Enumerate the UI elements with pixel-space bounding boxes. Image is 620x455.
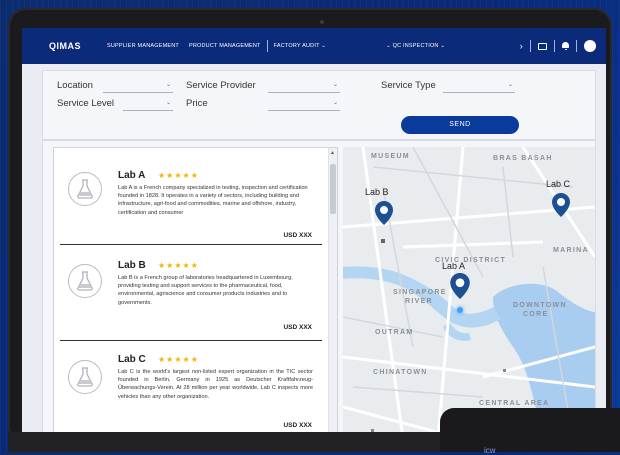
map-area-label: CHINATOWN [373,369,428,376]
nav-divider [576,40,577,52]
send-button[interactable]: SEND [401,116,519,134]
location-pin-icon[interactable] [375,201,393,225]
chevron-down-icon: ⌄ [165,82,171,88]
map-area-label: MARINA [553,247,589,254]
camera-icon [320,20,324,24]
current-location-dot [457,307,463,313]
chevron-down-icon: ⌄ [507,82,513,88]
service-level-label: Service Level [57,98,115,109]
lab-description: Lab B is a French group of laboratories … [118,275,293,306]
lab-price: USD XXX [283,324,312,331]
lab-price: USD XXX [283,422,312,429]
chevron-down-icon: ⌄ [165,100,171,106]
price-select[interactable]: ⌄ [268,99,340,111]
device-corner [440,408,620,452]
scrollbar-thumb[interactable] [330,164,336,214]
nav-supplier-management[interactable]: SUPPLIER MANAGEMENT [107,43,179,49]
scroll-up-icon[interactable]: ▲ [330,150,335,156]
nav-factory-audit[interactable]: FACTORY AUDIT ⌄ [274,43,326,49]
lab-name: Lab A [118,170,146,181]
nav-right-tools: › [520,28,596,64]
map-area-label: SINGAPORE [393,289,447,296]
service-provider-label: Service Provider [186,80,256,91]
location-pin-icon[interactable] [552,193,570,217]
pin-label: Lab C [546,179,571,189]
price-label: Price [186,98,208,109]
results-panel: ▲ Lab A ★★★★★ Lab A is a French company … [42,140,596,442]
lab-list: ▲ Lab A ★★★★★ Lab A is a French company … [53,147,338,441]
lab-description: Lab A is a French company specialized in… [118,185,308,216]
laptop-frame: QIMAS SUPPLIER MANAGEMENT PRODUCT MANAGE… [8,8,612,448]
brand-fragment: icw [484,446,496,455]
map-view[interactable]: MUSEUM BRAS BASAH CIVIC DISTRICT MARINA … [343,147,595,439]
map-area-label: CENTRAL AREA [479,400,550,407]
pin-label: Lab A [442,261,466,271]
service-type-select[interactable]: ⌄ [443,81,515,93]
location-pin-icon[interactable] [450,273,470,299]
map-area-label: CORE [523,311,549,318]
top-nav-bar: QIMAS SUPPLIER MANAGEMENT PRODUCT MANAGE… [22,28,606,64]
bell-icon[interactable] [562,42,569,50]
chevron-right-icon[interactable]: › [520,41,523,51]
service-type-label: Service Type [381,80,436,91]
map-area-label: DOWNTOWN [513,302,567,309]
nav-divider [554,40,555,52]
flask-icon [68,264,102,298]
pin-label: Lab B [365,187,389,197]
rating-stars: ★★★★★ [158,171,199,180]
message-icon[interactable] [538,42,547,50]
nav-divider [530,40,531,52]
app-logo[interactable]: QIMAS [49,41,81,51]
filter-panel: Location ⌄ Service Provider ⌄ Service Ty… [42,70,596,140]
map-area-label: RIVER [405,298,433,305]
app-screen: QIMAS SUPPLIER MANAGEMENT PRODUCT MANAGE… [22,28,606,448]
lab-name: Lab C [118,354,146,365]
chevron-down-icon: ⌄ [332,82,338,88]
nav-divider [266,40,268,52]
location-select[interactable]: ⌄ [103,81,173,93]
divider [60,340,322,341]
rating-stars: ★★★★★ [158,261,199,270]
location-label: Location [57,80,93,91]
lab-price: USD XXX [283,232,312,239]
rating-stars: ★★★★★ [158,355,199,364]
flask-icon [68,172,102,206]
nav-qc-inspection[interactable]: ⌄ QC INSPECTION ⌄ [386,43,445,49]
lab-description: Lab C is the world's largest non-listed … [118,369,313,400]
lab-name: Lab B [118,260,146,271]
map-area-label: BRAS BASAH [493,155,553,162]
flask-icon [68,360,102,394]
service-level-select[interactable]: ⌄ [123,99,173,111]
chevron-down-icon: ⌄ [332,100,338,106]
map-area-label: OUTRAM [375,329,414,336]
service-provider-select[interactable]: ⌄ [268,81,340,93]
scrollbar[interactable]: ▲ [328,148,337,440]
nav-product-management[interactable]: PRODUCT MANAGEMENT [189,43,261,49]
avatar[interactable] [584,40,596,52]
divider [60,244,322,245]
map-area-label: MUSEUM [371,153,410,160]
